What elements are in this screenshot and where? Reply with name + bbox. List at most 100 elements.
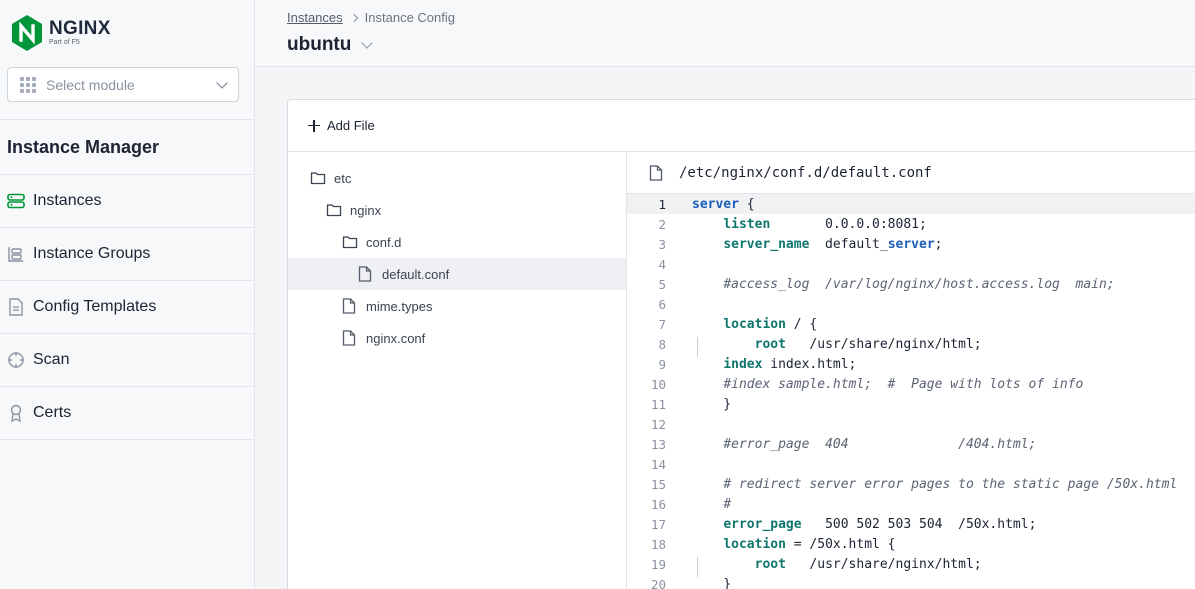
file-icon	[342, 330, 358, 346]
code-line[interactable]: 8 root /usr/share/nginx/html;	[627, 334, 1195, 357]
code-text: server {	[692, 196, 755, 212]
certificate-icon	[7, 404, 25, 422]
code-line[interactable]: 1 server {	[627, 194, 1195, 214]
apps-grid-icon	[20, 76, 36, 93]
chevron-down-icon	[361, 37, 374, 49]
code-text: listen 0.0.0.0:8081;	[723, 216, 927, 232]
line-number: 14	[650, 456, 666, 472]
code-line[interactable]: 3 server_name default_server;	[627, 234, 1195, 254]
code-line[interactable]: 13 #error_page 404 /404.html;	[627, 434, 1195, 454]
code-text: location / {	[723, 316, 818, 332]
code-line[interactable]: 18 location = /50x.html {	[627, 534, 1195, 554]
line-number: 1	[658, 196, 666, 212]
code-line[interactable]: 14	[627, 454, 1195, 474]
tree-item-label: nginx.conf	[366, 330, 426, 346]
breadcrumb-link-instances[interactable]: Instances	[287, 10, 343, 25]
sidebar-item-certs[interactable]: Certs	[0, 387, 254, 440]
sidebar-item-instance-groups[interactable]: Instance Groups	[0, 228, 254, 281]
code-text: #index sample.html; # Page with lots of …	[723, 376, 1084, 392]
file-icon	[649, 164, 663, 181]
line-number: 13	[650, 436, 666, 452]
scan-icon	[7, 351, 25, 369]
tree-item-label: default.conf	[382, 266, 450, 282]
code-line[interactable]: 11 }	[627, 394, 1195, 414]
groups-icon	[7, 245, 25, 263]
code-line[interactable]: 2 listen 0.0.0.0:8081;	[627, 214, 1195, 234]
folder-icon	[326, 202, 342, 218]
line-number: 10	[650, 376, 666, 392]
code-line[interactable]: 17 error_page 500 502 503 504 /50x.html;	[627, 514, 1195, 534]
sidebar-item-instances[interactable]: Instances	[0, 175, 254, 228]
server-icon	[7, 192, 25, 210]
tree-item-label: nginx	[350, 202, 382, 218]
line-number: 5	[658, 276, 666, 292]
code-line[interactable]: 16 #	[627, 494, 1195, 514]
code-text: root /usr/share/nginx/html;	[667, 336, 982, 357]
code-text: error_page 500 502 503 504 /50x.html;	[723, 516, 1037, 532]
code-text: #	[723, 496, 732, 512]
template-icon	[7, 298, 25, 316]
code-line[interactable]: 4	[627, 254, 1195, 274]
panel-toolbar: Add File	[288, 100, 1195, 152]
line-number: 2	[658, 216, 666, 232]
code-line[interactable]: 10 #index sample.html; # Page with lots …	[627, 374, 1195, 394]
sidebar-item-config-templates[interactable]: Config Templates	[0, 281, 254, 334]
section-title: Instance Manager	[7, 137, 160, 157]
logo-subtitle: Part of F5	[49, 39, 80, 46]
code-text: }	[692, 576, 732, 589]
add-file-label: Add File	[327, 118, 375, 133]
tree-item-label: etc	[334, 170, 352, 186]
sidebar-item-scan[interactable]: Scan	[0, 334, 254, 387]
code-line[interactable]: 15 # redirect server error pages to the …	[627, 474, 1195, 494]
line-number: 11	[650, 396, 666, 412]
tree-file[interactable]: mime.types	[288, 290, 626, 322]
editor-file-header: /etc/nginx/conf.d/default.conf	[627, 152, 1195, 194]
file-icon	[358, 266, 374, 282]
code-text: # redirect server error pages to the sta…	[723, 476, 1178, 492]
file-icon	[342, 298, 358, 314]
code-text: #access_log /var/log/nginx/host.access.l…	[723, 276, 1115, 292]
file-path: /etc/nginx/conf.d/default.conf	[679, 164, 932, 181]
sidebar-item-label: Config Templates	[33, 298, 157, 315]
line-number: 20	[650, 576, 666, 589]
code-line[interactable]: 19 root /usr/share/nginx/html;	[627, 554, 1195, 577]
code-line[interactable]: 20 }	[627, 574, 1195, 589]
tree-item-label: mime.types	[366, 298, 433, 314]
tree-folder[interactable]: conf.d	[288, 226, 626, 258]
line-number: 18	[650, 536, 666, 552]
tree-file[interactable]: nginx.conf	[288, 322, 626, 354]
page-header: Instances Instance Config ubuntu	[255, 0, 1195, 67]
code-lines[interactable]: 1 server {2 listen 0.0.0.0:8081; 3 server_…	[627, 194, 1195, 589]
instance-selector[interactable]: ubuntu	[287, 34, 374, 56]
file-tree: etc nginx conf.d default.conf mime.types ngin…	[288, 152, 627, 589]
code-text: }	[692, 396, 732, 412]
sidebar-item-label: Instances	[33, 192, 102, 209]
line-number: 17	[650, 516, 666, 532]
folder-icon	[310, 170, 326, 186]
indent-guide	[697, 556, 698, 577]
code-line[interactable]: 9 index index.html;	[627, 354, 1195, 374]
tree-folder[interactable]: etc	[288, 162, 626, 194]
tree-file[interactable]: default.conf	[288, 258, 626, 290]
folder-icon	[342, 234, 358, 250]
code-editor[interactable]: /etc/nginx/conf.d/default.conf 1 server {…	[627, 152, 1195, 589]
breadcrumb-current: Instance Config	[364, 10, 455, 25]
line-number: 12	[650, 416, 666, 432]
line-number: 9	[658, 356, 666, 372]
add-file-button[interactable]: Add File	[308, 118, 375, 133]
chevron-down-icon	[216, 76, 228, 89]
code-text: location = /50x.html {	[723, 536, 896, 552]
line-number: 6	[658, 296, 666, 312]
code-line[interactable]: 6	[627, 294, 1195, 314]
code-text: #error_page 404 /404.html;	[723, 436, 1037, 452]
chevron-right-icon	[349, 13, 358, 22]
page-title: ubuntu	[287, 34, 352, 55]
line-number: 16	[650, 496, 666, 512]
module-select-placeholder: Select module	[46, 76, 135, 93]
code-line[interactable]: 5 #access_log /var/log/nginx/host.access…	[627, 274, 1195, 294]
tree-folder[interactable]: nginx	[288, 194, 626, 226]
module-select[interactable]: Select module	[7, 67, 239, 102]
nginx-logo[interactable]: NGINX Part of F5	[11, 15, 111, 51]
code-line[interactable]: 7 location / {	[627, 314, 1195, 334]
code-line[interactable]: 12	[627, 414, 1195, 434]
